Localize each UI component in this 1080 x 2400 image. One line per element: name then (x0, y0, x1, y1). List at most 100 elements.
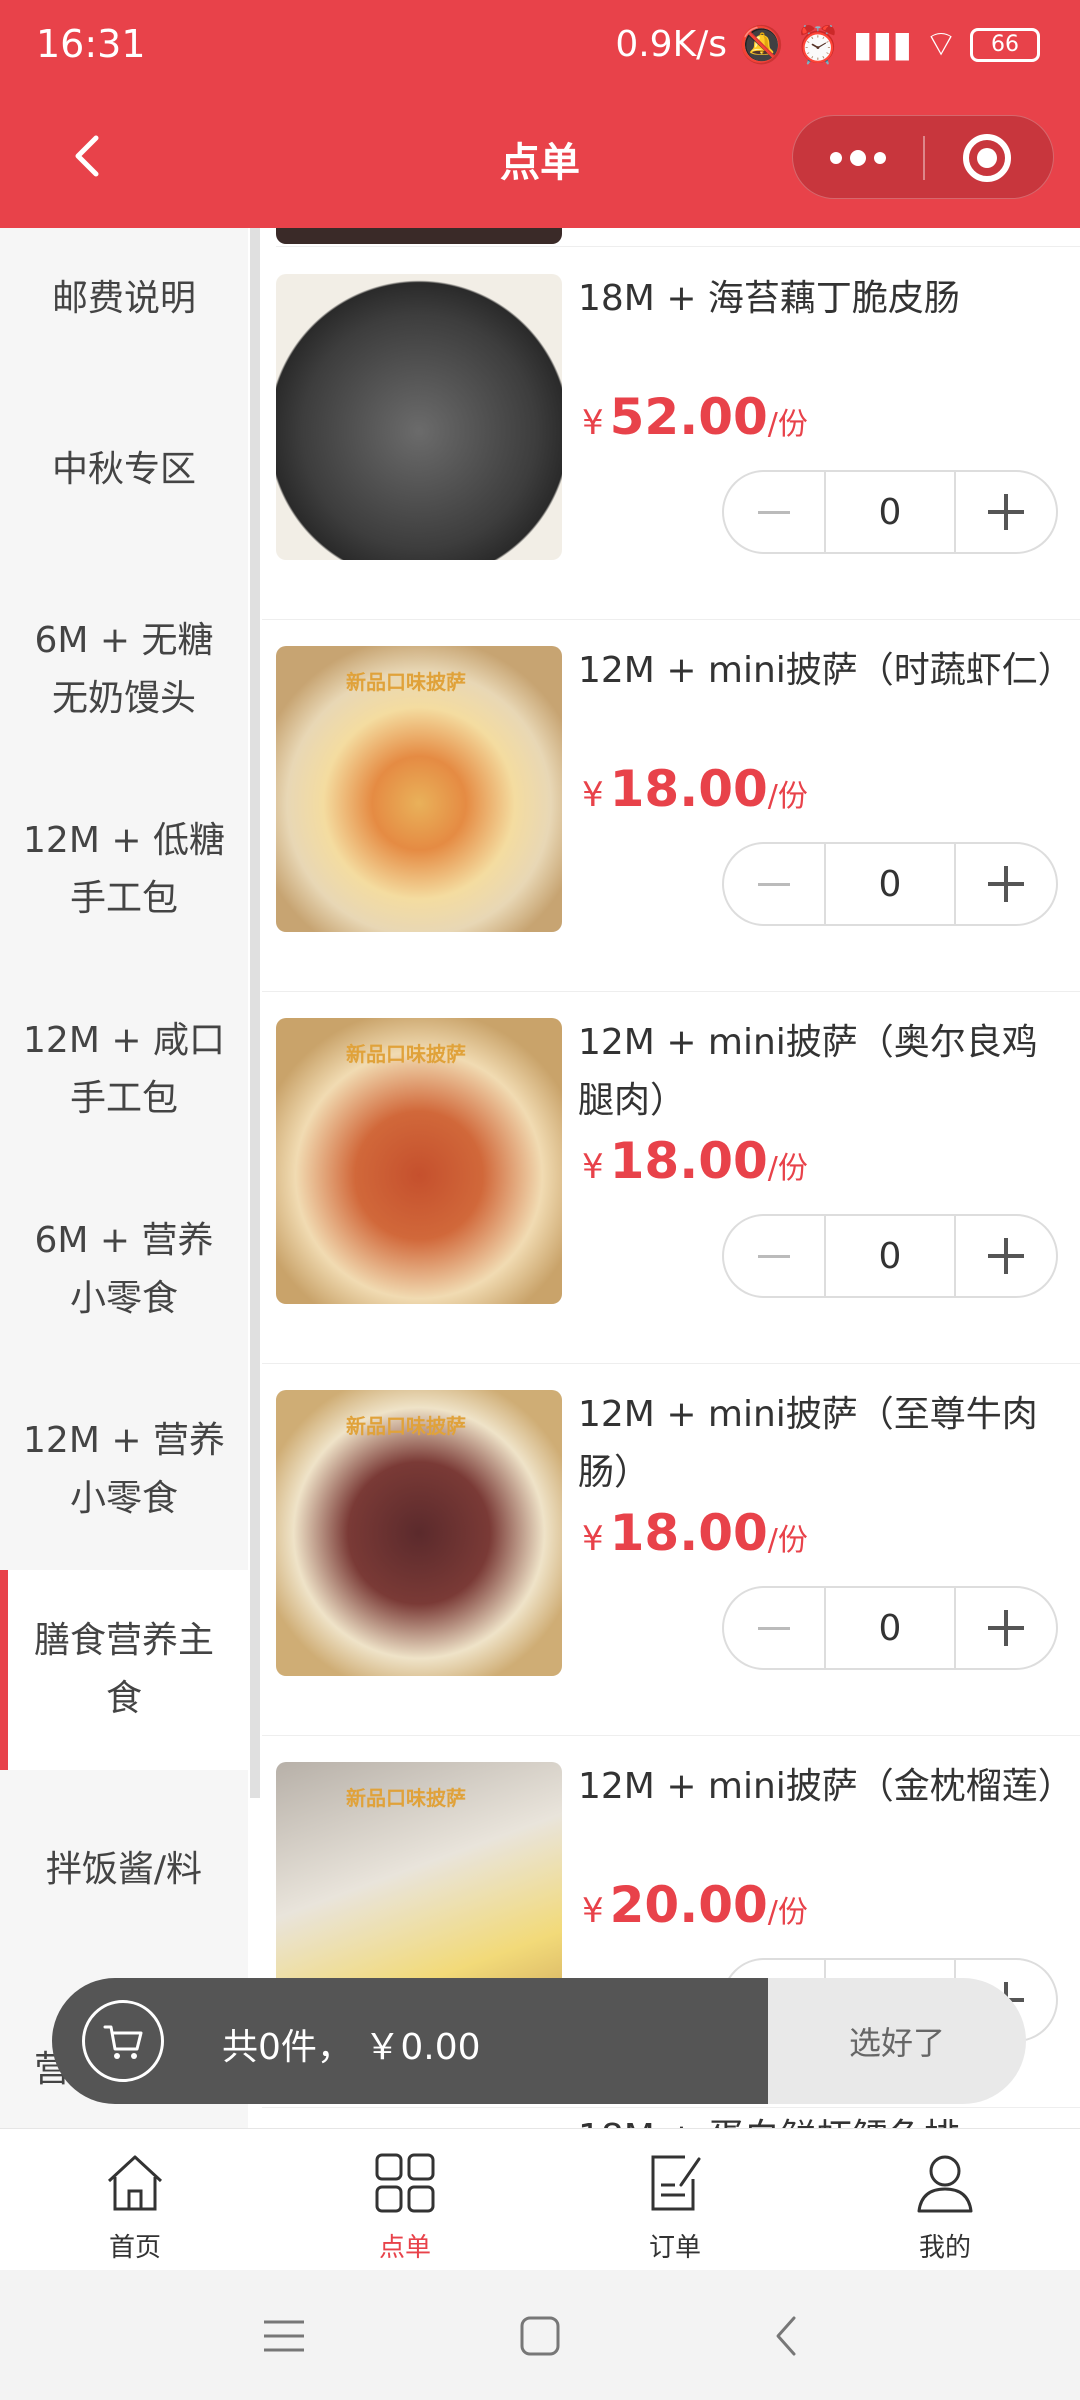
increase-button[interactable] (956, 472, 1056, 552)
sidebar-item-mid-autumn[interactable]: 中秋专区 (0, 370, 248, 570)
product-price: ¥20.00/份 (582, 1876, 808, 1934)
sidebar-item-rice-sauce[interactable]: 拌饭酱/料 (0, 1770, 248, 1970)
status-indicators: 0.9K/s 🔕 ⏰ ▮▮▮ ⌔ 66 (615, 22, 1040, 67)
increase-button[interactable] (956, 1216, 1056, 1296)
sidebar-item-6m-snacks[interactable]: 6M + 营养小零食 (0, 1170, 248, 1370)
cart-bar: 共0件， ￥0.00 选好了 (52, 1978, 1026, 2104)
minus-icon (758, 510, 790, 514)
status-bar: 16:31 0.9K/s 🔕 ⏰ ▮▮▮ ⌔ 66 (0, 0, 1080, 90)
product-image[interactable]: 新品口味披萨 (276, 1018, 562, 1304)
price-unit: /份 (767, 1523, 808, 1558)
sidebar-item-label: 邮费说明 (51, 278, 196, 319)
quantity-value[interactable]: 0 (824, 1216, 956, 1296)
signal-icon: ▮▮▮ (852, 24, 913, 65)
price-amount: 18.00 (609, 1132, 768, 1190)
product-card[interactable]: 18M + 海苔藕丁脆皮肠 ¥52.00/份 0 (262, 248, 1080, 620)
sidebar-item-label: 膳食营养主食 (33, 1620, 214, 1719)
sidebar-item-label: 12M + 咸口手工包 (23, 1020, 225, 1119)
grid-icon (375, 2153, 435, 2213)
decrease-button[interactable] (724, 1588, 824, 1668)
cart-icon[interactable] (82, 2000, 164, 2082)
product-name: 12M + mini披萨（至尊牛肉肠） (578, 1394, 1038, 1493)
home-icon (107, 2155, 163, 2211)
plus-icon (988, 1610, 1024, 1646)
sidebar-item-label: 6M + 营养小零食 (34, 1220, 214, 1319)
product-name: 12M + mini披萨（时蔬虾仁） (578, 650, 1074, 691)
capsule-divider (923, 136, 925, 180)
quantity-stepper: 0 (722, 1586, 1058, 1670)
battery-icon: 66 (970, 27, 1040, 62)
order-icon (651, 2155, 701, 2211)
user-icon (917, 2155, 973, 2213)
product-price: ¥52.00/份 (582, 388, 808, 446)
increase-button[interactable] (956, 844, 1056, 924)
decrease-button[interactable] (724, 844, 824, 924)
alarm-icon: ⏰ (795, 24, 841, 66)
price-amount: 20.00 (609, 1876, 768, 1934)
close-target-icon[interactable] (963, 134, 1011, 182)
wifi-icon: ⌔ (924, 24, 958, 65)
price-symbol: ¥ (582, 775, 604, 815)
quantity-value[interactable]: 0 (824, 472, 956, 552)
checkout-button[interactable]: 选好了 (768, 1978, 1026, 2104)
price-amount: 18.00 (609, 760, 768, 818)
tab-order-menu[interactable]: 点单 (270, 2129, 540, 2270)
back-arrow-icon[interactable] (760, 2308, 816, 2364)
price-symbol: ¥ (582, 1891, 604, 1931)
back-button[interactable] (60, 126, 120, 186)
next-product-name-peek: 18M + 蛋白鲜虾鳕鱼排 (578, 2108, 960, 2128)
cart-summary-panel[interactable]: 共0件， ￥0.00 (52, 1978, 778, 2104)
sidebar-item-label: 6M + 无糖无奶馒头 (34, 620, 214, 719)
sidebar-item-12m-snacks[interactable]: 12M + 营养小零食 (0, 1370, 248, 1570)
sidebar-item-label: 拌饭酱/料 (45, 1849, 203, 1890)
menu-icon[interactable] (256, 2308, 312, 2364)
more-dots-icon-right (874, 152, 886, 164)
product-card[interactable]: 新品口味披萨 12M + mini披萨（至尊牛肉肠） ¥18.00/份 0 (262, 1364, 1080, 1736)
quantity-value[interactable]: 0 (824, 1588, 956, 1668)
product-price: ¥18.00/份 (582, 1132, 808, 1190)
more-dots-icon (830, 152, 842, 164)
product-name: 12M + mini披萨（奥尔良鸡腿肉） (578, 1022, 1038, 1121)
decrease-button[interactable] (724, 1216, 824, 1296)
product-card[interactable]: 新品口味披萨 12M + mini披萨（时蔬虾仁） ¥18.00/份 0 (262, 620, 1080, 992)
product-price: ¥18.00/份 (582, 760, 808, 818)
status-time: 16:31 (36, 22, 146, 66)
category-sidebar[interactable]: 邮费说明 中秋专区 6M + 无糖无奶馒头 12M + 低糖手工包 12M + … (0, 228, 248, 2128)
plus-icon (988, 1238, 1024, 1274)
product-list[interactable]: 18M + 海苔藕丁脆皮肠 ¥52.00/份 0 新品口味披萨 12M + mi… (262, 228, 1080, 2128)
price-unit: /份 (767, 779, 808, 814)
price-unit: /份 (767, 1895, 808, 1930)
sidebar-scrollbar[interactable] (250, 228, 260, 1798)
price-amount: 18.00 (609, 1504, 768, 1562)
nav-bar: 点单 (0, 90, 1080, 228)
sidebar-item-low-sugar-bread[interactable]: 12M + 低糖手工包 (0, 770, 248, 970)
system-nav-bar (0, 2270, 1080, 2400)
quantity-stepper: 0 (722, 842, 1058, 926)
tab-orders[interactable]: 订单 (540, 2129, 810, 2270)
product-image[interactable] (276, 274, 562, 560)
product-card[interactable]: 新品口味披萨 12M + mini披萨（奥尔良鸡腿肉） ¥18.00/份 0 (262, 992, 1080, 1364)
plus-icon (988, 494, 1024, 530)
sidebar-item-staple-food[interactable]: 膳食营养主食 (0, 1570, 248, 1770)
tab-label: 我的 (918, 2233, 971, 2263)
cart-summary: 共0件， ￥0.00 (222, 2027, 481, 2068)
price-amount: 52.00 (609, 388, 768, 446)
plus-icon (988, 866, 1024, 902)
tab-profile[interactable]: 我的 (810, 2129, 1080, 2270)
tab-home[interactable]: 首页 (0, 2129, 270, 2270)
product-image[interactable]: 新品口味披萨 (276, 646, 562, 932)
sidebar-item-steamed-buns[interactable]: 6M + 无糖无奶馒头 (0, 570, 248, 770)
divider (276, 246, 1080, 247)
previous-product-image (276, 228, 562, 244)
increase-button[interactable] (956, 1588, 1056, 1668)
shopping-cart-icon (103, 2025, 143, 2059)
decrease-button[interactable] (724, 472, 824, 552)
product-image[interactable]: 新品口味披萨 (276, 1390, 562, 1676)
quantity-value[interactable]: 0 (824, 844, 956, 924)
minus-icon (758, 1626, 790, 1630)
sidebar-item-savory-bread[interactable]: 12M + 咸口手工包 (0, 970, 248, 1170)
more-button[interactable] (793, 116, 923, 200)
home-square-icon[interactable] (512, 2308, 568, 2364)
sidebar-item-shipping[interactable]: 邮费说明 (0, 228, 248, 370)
price-unit: /份 (767, 1151, 808, 1186)
